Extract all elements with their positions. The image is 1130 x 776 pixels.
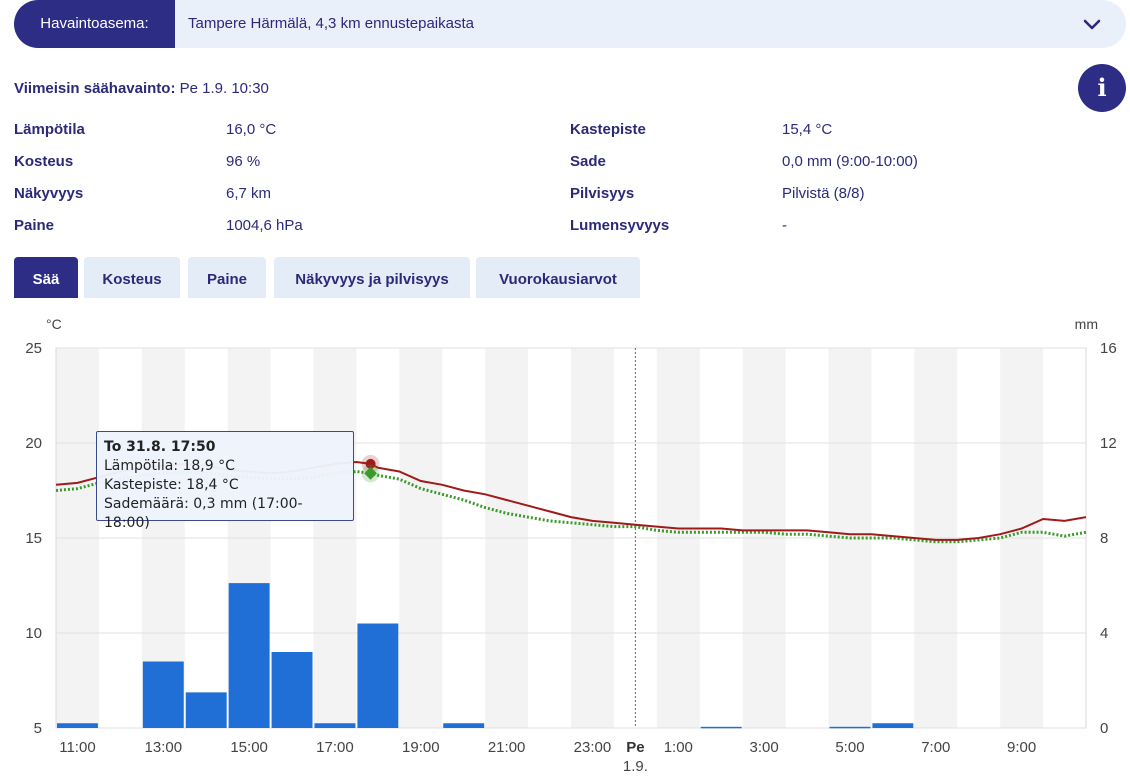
y-tick-left: 5 [34, 720, 42, 737]
precipitation-bar [357, 623, 399, 728]
x-tick-label: 19:00 [402, 739, 440, 756]
y-tick-right: 4 [1100, 625, 1108, 642]
x-tick-label: 3:00 [750, 739, 779, 756]
day-marker-label: Pe [626, 739, 644, 756]
precipitation-bar [872, 723, 914, 728]
weather-chart: 25 16 20 12 15 8 10 4 5 0 11:00 13:00 15:00 17:00 19:0… [25, 316, 1117, 775]
precipitation-bar [314, 723, 356, 728]
x-tick-label: 13:00 [145, 739, 183, 756]
x-tick-label: 21:00 [488, 739, 526, 756]
y-axis-right-unit: mm [1075, 316, 1098, 332]
latest-observation-label: Viimeisin säähavainto: [14, 80, 176, 97]
x-tick-label: 9:00 [1007, 739, 1036, 756]
obs-value-pressure: 1004,6 hPa [226, 217, 303, 234]
tab-pressure[interactable]: Paine [188, 257, 266, 298]
precipitation-bar [700, 726, 742, 729]
tooltip-temperature: Lämpötila: 18,9 °C [104, 458, 235, 474]
precipitation-bar [829, 726, 871, 729]
obs-value-precipitation: 0,0 mm (9:00-10:00) [782, 153, 918, 170]
precipitation-bar [228, 583, 270, 728]
tooltip-dewpoint: Kastepiste: 18,4 °C [104, 477, 239, 493]
tab-weather[interactable]: Sää [14, 257, 78, 298]
obs-value-cloudiness: Pilvistä (8/8) [782, 185, 865, 202]
y-tick-right: 8 [1100, 530, 1108, 547]
obs-label-precipitation: Sade [570, 153, 606, 170]
x-tick-label: 15:00 [230, 739, 268, 756]
precipitation-bar [271, 652, 313, 728]
obs-value-temperature: 16,0 °C [226, 121, 277, 138]
y-tick-left: 15 [25, 530, 42, 547]
obs-label-dewpoint: Kastepiste [570, 121, 646, 138]
station-label: Havaintoasema: [14, 0, 175, 48]
obs-value-humidity: 96 % [226, 153, 261, 170]
y-tick-left: 20 [25, 435, 42, 452]
latest-observation: Viimeisin säähavainto: Pe 1.9. 10:30 [14, 80, 269, 97]
x-tick-label: 11:00 [59, 739, 95, 756]
highlight-markers [361, 454, 380, 483]
station-value: Tampere Härmälä, 4,3 km ennustepaikasta [188, 15, 474, 32]
tooltip-precipitation: Sademäärä: 0,3 mm (17:00-18:00) [104, 496, 303, 531]
x-tick-label: 17:00 [316, 739, 354, 756]
obs-value-dewpoint: 15,4 °C [782, 121, 833, 138]
x-tick-label: 23:00 [574, 739, 612, 756]
x-tick-label: 7:00 [921, 739, 950, 756]
x-tick-label: 1:00 [664, 739, 693, 756]
chart-tooltip: To 31.8. 17:50 Lämpötila: 18,9 °C Kastep… [96, 431, 354, 531]
day-marker-sublabel: 1.9. [623, 758, 648, 775]
obs-label-cloudiness: Pilvisyys [570, 185, 635, 202]
y-tick-right: 0 [1100, 720, 1108, 737]
tab-daily-values[interactable]: Vuorokausiarvot [476, 257, 640, 298]
obs-value-snow-depth: - [782, 217, 787, 234]
y-tick-right: 12 [1100, 435, 1117, 452]
obs-label-visibility: Näkyvyys [14, 185, 84, 202]
obs-value-visibility: 6,7 km [226, 185, 272, 202]
x-tick-label: 5:00 [835, 739, 864, 756]
precipitation-bar [57, 723, 98, 728]
precipitation-bar [142, 661, 184, 728]
tooltip-title: To 31.8. 17:50 [104, 439, 216, 455]
y-tick-left: 10 [25, 625, 42, 642]
y-axis-left-unit: °C [46, 316, 62, 332]
obs-label-pressure: Paine [14, 217, 55, 234]
y-tick-left: 25 [25, 340, 42, 357]
tab-visibility-cloudiness[interactable]: Näkyvyys ja pilvisyys [274, 257, 470, 298]
y-tick-right: 16 [1100, 340, 1117, 357]
precipitation-bar [443, 723, 485, 728]
chevron-down-icon[interactable] [1082, 14, 1102, 34]
latest-observation-value: Pe 1.9. 10:30 [179, 80, 269, 97]
tab-humidity[interactable]: Kosteus [84, 257, 180, 298]
obs-label-snow-depth: Lumensyvyys [570, 217, 670, 234]
info-button[interactable]: i [1078, 64, 1126, 112]
precipitation-bar [185, 692, 227, 728]
obs-label-humidity: Kosteus [14, 153, 74, 170]
station-selector[interactable]: Havaintoasema: Tampere Härmälä, 4,3 km e… [14, 0, 1126, 48]
obs-label-temperature: Lämpötila [14, 121, 85, 138]
